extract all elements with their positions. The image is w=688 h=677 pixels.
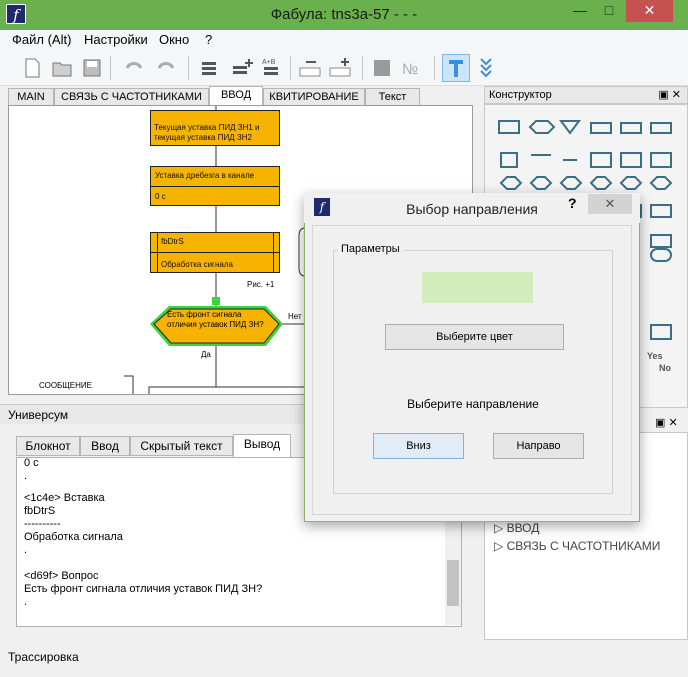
dialog-close-button[interactable]: ✕: [588, 194, 632, 214]
tab-tekst[interactable]: Текст: [365, 88, 420, 106]
no-palette-label: No: [659, 363, 671, 373]
parameters-legend: Параметры: [338, 243, 403, 255]
flowchart-block-debounce[interactable]: Уставка дребезга в канале 0 с: [150, 166, 280, 206]
svg-text:A+B: A+B: [262, 59, 276, 66]
output-line: .: [24, 596, 28, 608]
menu-file[interactable]: Файл (Alt): [12, 32, 71, 47]
tab-input[interactable]: Ввод: [80, 436, 130, 456]
output-line: 0 с: [24, 457, 39, 469]
tab-notepad[interactable]: Блокнот: [16, 436, 80, 456]
add-column-icon[interactable]: [326, 54, 354, 82]
direction-prompt: Выберите направление: [407, 397, 539, 411]
output-line: Есть фронт сигнала отличия уставок ПИД З…: [24, 583, 263, 595]
numbering-icon[interactable]: №: [398, 54, 426, 82]
no-branch-label: Нет: [288, 312, 302, 321]
flowchart-block-setpoint[interactable]: Текущая уставка ПИД ЗН1 и текущая уставк…: [150, 110, 280, 146]
output-line: .: [24, 544, 28, 556]
maximize-button[interactable]: □: [595, 0, 623, 22]
remove-column-icon[interactable]: [296, 54, 324, 82]
new-file-icon[interactable]: [18, 54, 46, 82]
close-button[interactable]: ✕: [626, 0, 673, 22]
panel-controls-icon[interactable]: ▣ ✕: [658, 88, 681, 101]
choose-color-button[interactable]: Выберите цвет: [385, 324, 564, 350]
tree-item-label: СВЯЗЬ С ЧАСТОТНИКАМИ: [506, 539, 661, 553]
direction-down-button[interactable]: Вниз: [373, 433, 464, 459]
tree-item-label: ВВОД: [506, 521, 540, 535]
text-mode-icon[interactable]: [442, 54, 470, 82]
figure-label: Рис. +1: [247, 280, 275, 289]
output-line: <d69f> Вопрос: [24, 570, 99, 582]
tab-kvitirovanie[interactable]: КВИТИРОВАНИЕ: [263, 88, 365, 106]
tab-svyaz[interactable]: СВЯЗЬ С ЧАСТОТНИКАМИ: [54, 88, 209, 106]
color-swatch: [422, 272, 533, 303]
dialog-help-button[interactable]: ?: [568, 195, 577, 211]
flowchart-decision[interactable]: Есть фронт сигнала отличия уставок ПИД З…: [167, 310, 267, 330]
yes-branch-label: Да: [201, 350, 211, 359]
panel-controls-icon[interactable]: ▣ ✕: [655, 416, 678, 429]
open-folder-icon[interactable]: [48, 54, 76, 82]
constructor-title: Конструктор: [489, 89, 552, 101]
tab-hidden-text[interactable]: Скрытый текст: [130, 436, 233, 456]
fill-block-icon[interactable]: [368, 54, 396, 82]
tab-output[interactable]: Вывод: [233, 434, 291, 458]
direction-right-button[interactable]: Направо: [493, 433, 584, 459]
output-line: <1c4e> Вставка: [24, 492, 105, 504]
save-icon[interactable]: [78, 54, 106, 82]
constructor-panel-header: Конструктор ▣ ✕: [484, 86, 688, 104]
tab-main[interactable]: MAIN: [8, 88, 54, 106]
redo-icon[interactable]: [152, 54, 180, 82]
tree-item-svyaz[interactable]: ▷ СВЯЗЬ С ЧАСТОТНИКАМИ: [494, 539, 660, 553]
status-bar-trace[interactable]: Трассировка: [8, 650, 79, 664]
svg-text:№: №: [402, 61, 418, 78]
scrollbar-thumb[interactable]: [447, 560, 459, 606]
add-block-icon[interactable]: [228, 54, 256, 82]
menu-help[interactable]: ?: [205, 32, 212, 47]
menu-settings[interactable]: Настройки: [84, 32, 148, 47]
yes-palette-label: Yes: [647, 351, 663, 361]
output-line: Обработка сигнала: [24, 531, 123, 543]
tree-item-vvod[interactable]: ▷ ВВОД: [494, 521, 539, 535]
tab-vvod[interactable]: ВВОД: [209, 86, 263, 106]
output-line: fbDtrS: [24, 505, 56, 517]
output-line: .: [24, 470, 28, 482]
insert-block-icon[interactable]: [196, 54, 224, 82]
minimize-button[interactable]: —: [565, 0, 595, 22]
flowchart-block-subroutine[interactable]: fbDtrS Обработка сигнала: [150, 232, 280, 273]
output-line: ----------: [24, 518, 61, 530]
scroll-down-icon[interactable]: [472, 54, 500, 82]
menu-window[interactable]: Окно: [159, 32, 189, 47]
swap-blocks-icon[interactable]: A+B: [258, 54, 286, 82]
message-label: СООБЩЕНИЕ: [39, 381, 92, 390]
undo-icon[interactable]: [120, 54, 148, 82]
